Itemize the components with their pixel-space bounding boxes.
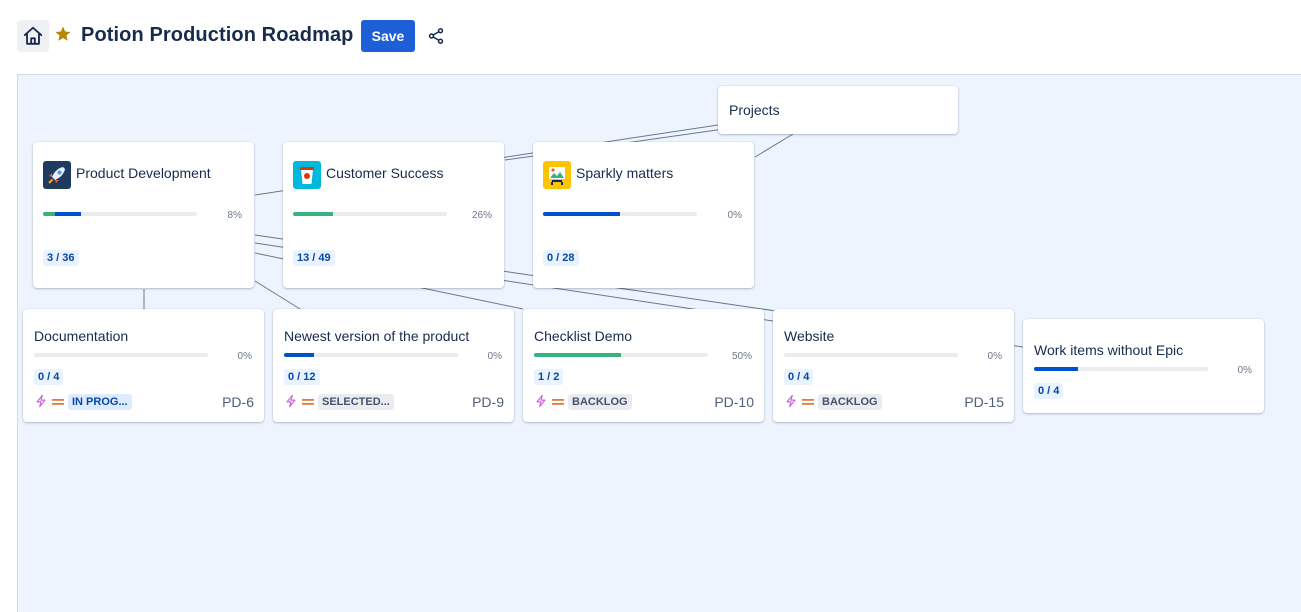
progress-bar [43,212,197,216]
share-icon[interactable] [427,27,445,45]
issue-count-badge: 0 / 4 [34,369,64,385]
progress-bar [784,353,958,357]
priority-medium-icon [302,399,314,405]
progress-inprogress [55,212,82,216]
issue-title: Newest version of the product [284,328,470,344]
no-epic-title: Work items without Epic [1034,342,1184,358]
epic-title: Customer Success [326,165,444,181]
issue-key[interactable]: PD-6 [194,394,254,410]
progress-bar [534,353,708,357]
progress-percent: 50% [731,351,752,362]
issue-key[interactable]: PD-15 [944,394,1004,410]
issue-card[interactable]: Newest version of the product 0% 0 / 12 … [273,309,514,422]
progress-bar [284,353,458,357]
progress-bar [1034,367,1208,371]
progress-bar [34,353,208,357]
progress-bar [543,212,697,216]
progress-percent: 8% [227,210,242,221]
picture-icon [543,161,571,189]
progress-percent: 0% [987,351,1002,362]
home-icon [23,26,43,45]
progress-done [534,353,621,357]
progress-done [43,212,56,216]
lightning-icon [786,394,796,408]
star-icon[interactable] [54,25,72,43]
issue-count-badge: 0 / 4 [784,369,814,385]
page-title: Potion Production Roadmap [81,24,354,46]
priority-medium-icon [802,399,814,405]
epic-title: Product Development [76,165,211,181]
progress-bar [293,212,447,216]
status-badge[interactable]: BACKLOG [568,394,632,410]
issue-key[interactable]: PD-9 [444,394,504,410]
epic-title: Sparkly matters [576,165,674,181]
status-badge[interactable]: IN PROG... [68,394,132,410]
issue-count-badge: 0 / 4 [1034,383,1064,399]
issue-key[interactable]: PD-10 [694,394,754,410]
issue-title: Checklist Demo [534,328,633,344]
progress-percent: 0% [727,210,742,221]
issue-card[interactable]: Documentation 0% 0 / 4 IN PROG... PD-6 [23,309,264,422]
roadmap-canvas[interactable]: Projects Product Development 8% 3 / 36 C… [17,74,1301,612]
progress-inprogress [543,212,620,216]
no-epic-card[interactable]: Work items without Epic 0% 0 / 4 [1023,319,1264,413]
save-button[interactable]: Save [361,20,415,52]
status-badge[interactable]: BACKLOG [818,394,882,410]
issue-count-badge: 0 / 28 [543,250,579,266]
issue-count-badge: 13 / 49 [293,250,335,266]
progress-done [293,212,334,216]
projects-node[interactable]: Projects [718,86,958,134]
status-badge[interactable]: SELECTED... [318,394,394,410]
header: Potion Production Roadmap Save [0,0,1301,74]
issue-card[interactable]: Website 0% 0 / 4 BACKLOG PD-15 [773,309,1014,422]
progress-percent: 26% [471,210,492,221]
issue-count-badge: 1 / 2 [534,369,564,385]
progress-percent: 0% [487,351,502,362]
lightning-icon [536,394,546,408]
progress-inprogress [1034,367,1078,371]
issue-title: Documentation [34,328,129,344]
epic-card[interactable]: Product Development 8% 3 / 36 [33,142,254,288]
issue-card[interactable]: Checklist Demo 50% 1 / 2 BACKLOG PD-10 [523,309,764,422]
progress-percent: 0% [1237,365,1252,376]
issue-count-badge: 0 / 12 [284,369,320,385]
priority-medium-icon [52,399,64,405]
priority-medium-icon [552,399,564,405]
projects-title: Projects [729,102,780,118]
rocket-icon [43,161,71,189]
lightning-icon [36,394,46,408]
progress-inprogress [284,353,314,357]
issue-count-badge: 3 / 36 [43,250,79,266]
epic-card[interactable]: Sparkly matters 0% 0 / 28 [533,142,754,288]
issue-title: Website [784,328,835,344]
coffee-cup-icon [293,161,321,189]
home-button[interactable] [17,20,49,52]
lightning-icon [286,394,296,408]
epic-card[interactable]: Customer Success 26% 13 / 49 [283,142,504,288]
progress-percent: 0% [237,351,252,362]
